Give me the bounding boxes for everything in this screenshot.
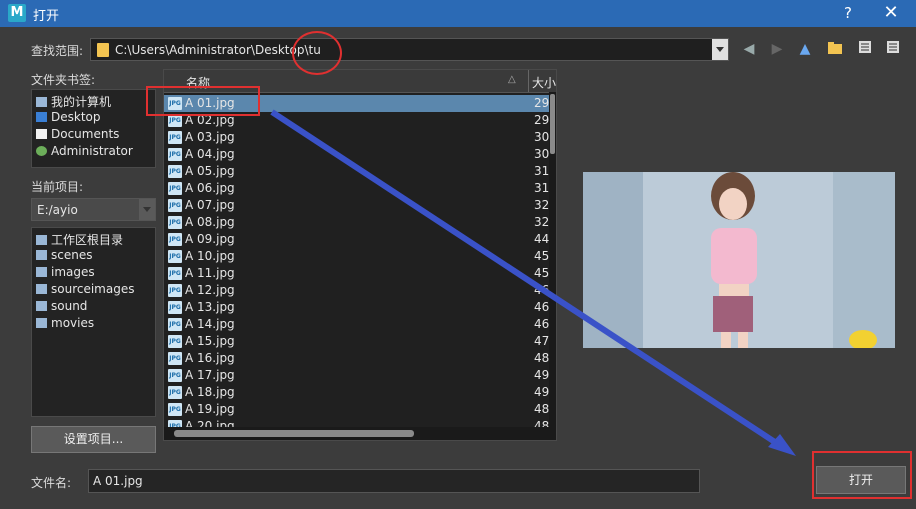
highlight-box [146,86,260,116]
highlight-circle [292,31,342,75]
annotation-arrow [270,109,796,456]
highlight-box [812,451,912,499]
